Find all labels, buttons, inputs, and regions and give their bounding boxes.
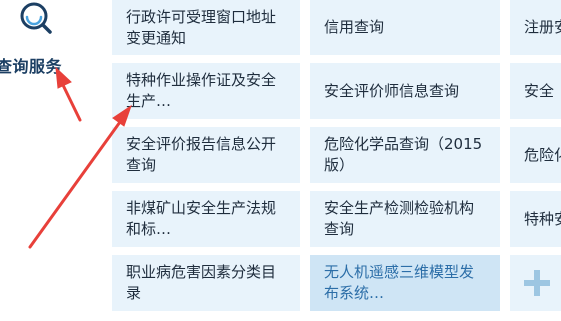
query-service-header: 查询服务 [0,0,98,321]
service-tile-testing-institution-query[interactable]: 安全生产检测检验机构查询 [310,191,500,247]
service-tile-safety[interactable]: 安全 [510,63,561,119]
more-services-button[interactable] [510,255,561,311]
plus-icon [524,270,550,296]
tile-label: 安全 [524,81,555,100]
tile-label: 危险化学品查询（2015版） [324,135,483,174]
service-tile-occupational-hazard-catalog[interactable]: 职业病危害因素分类目录 [112,255,300,311]
service-tile-window-address-change[interactable]: 行政许可受理窗口地址变更通知 [112,0,300,55]
service-panel: 查询服务 行政许可受理窗口地址变更通知 信用查询 注册安 特种作业操作证及安全生… [0,0,561,321]
tile-label: 注册安 [524,18,561,36]
tile-label: 非煤矿山安全生产法规和标… [126,199,277,238]
service-tile-hazardous[interactable]: 危险化 [510,127,561,183]
service-tile-evaluation-report-disclosure[interactable]: 安全评价报告信息公开查询 [112,127,300,183]
service-tile-safety-evaluator-query[interactable]: 安全评价师信息查询 [310,63,500,119]
tile-label: 行政许可受理窗口地址变更通知 [126,7,277,47]
tile-label: 安全生产检测检验机构查询 [324,199,475,238]
tile-label: 特种安 [524,209,561,228]
section-title: 查询服务 [0,57,63,76]
tile-label: 职业病危害因素分类目录 [126,263,277,302]
tile-label: 无人机遥感三维模型发布系统… [324,263,475,302]
service-tile-special-equipment[interactable]: 特种安 [510,191,561,247]
tile-label: 特种作业操作证及安全生产… [126,71,277,110]
service-tile-registered-safety[interactable]: 注册安 [510,0,561,55]
tile-label: 信用查询 [324,18,385,36]
service-tile-special-operation-certificate[interactable]: 特种作业操作证及安全生产… [112,63,300,119]
service-tile-credit-query[interactable]: 信用查询 [310,0,500,55]
tile-label: 安全评价报告信息公开查询 [126,135,277,174]
tile-label: 危险化 [524,145,561,164]
tile-label: 安全评价师信息查询 [324,81,460,100]
search-icon [20,2,52,34]
service-tile-non-coal-mine-regulations[interactable]: 非煤矿山安全生产法规和标… [112,191,300,247]
service-tile-hazardous-chemicals-query[interactable]: 危险化学品查询（2015版） [310,127,500,183]
service-tile-drone-3d-model-system[interactable]: 无人机遥感三维模型发布系统… [310,255,500,311]
